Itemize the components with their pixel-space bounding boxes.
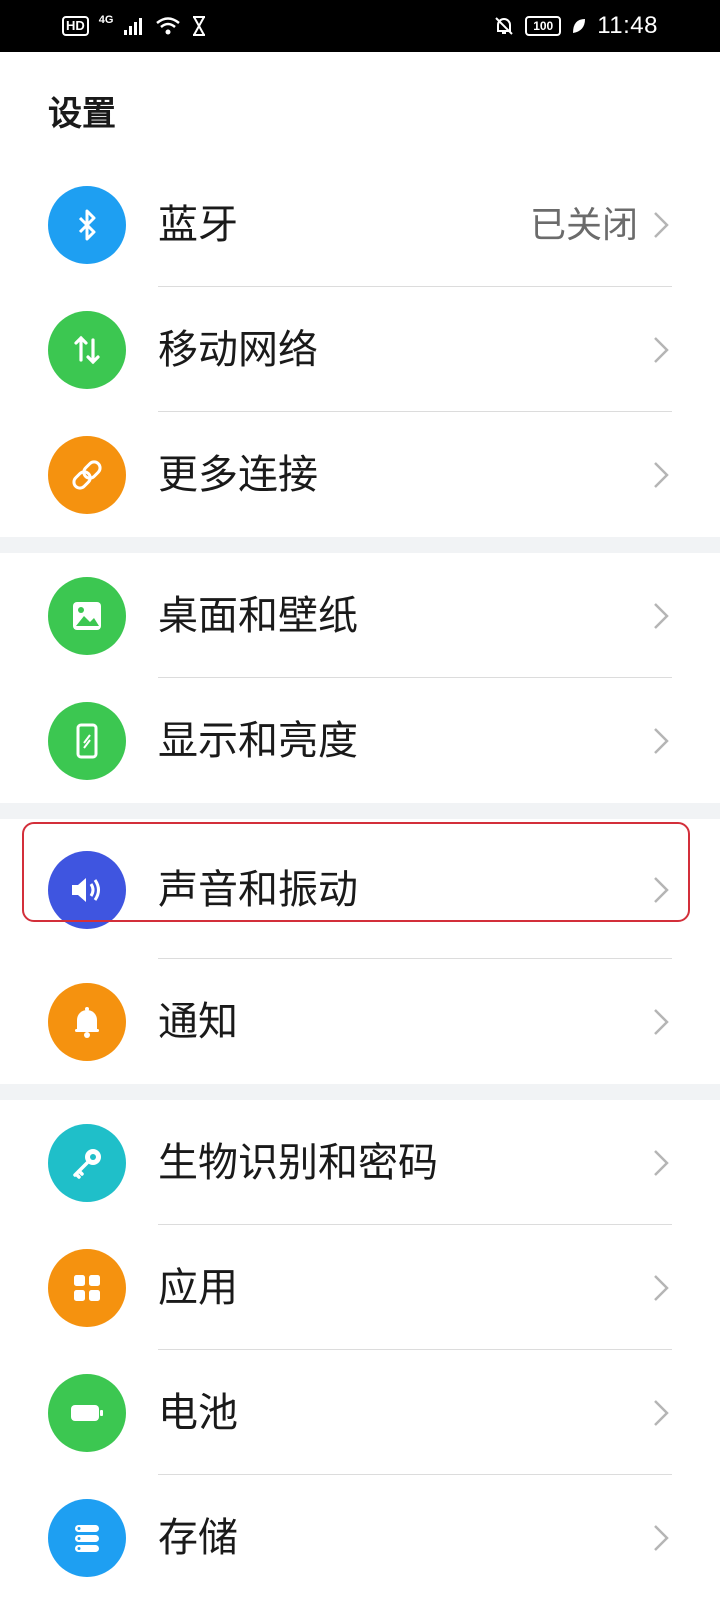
battery-icon (48, 1374, 126, 1452)
setting-label: 生物识别和密码 (158, 1140, 438, 1186)
group-gap (0, 803, 720, 819)
setting-more-connections[interactable]: 更多连接 (0, 412, 720, 537)
chevron-right-icon (654, 877, 669, 903)
setting-label: 存储 (158, 1515, 238, 1561)
bluetooth-icon (48, 186, 126, 264)
chevron-right-icon (654, 1275, 669, 1301)
setting-label: 电池 (158, 1390, 238, 1436)
settings-group: 生物识别和密码 应用 电池 存储 (0, 1100, 720, 1600)
status-left: HD 4G (62, 14, 207, 36)
hourglass-icon (193, 16, 206, 36)
chevron-right-icon (654, 462, 669, 488)
group-gap (0, 537, 720, 553)
setting-mobile-network[interactable]: 移动网络 (0, 287, 720, 412)
settings-group: 桌面和壁纸 显示和亮度 (0, 553, 720, 803)
setting-value: 已关闭 (529, 205, 638, 246)
battery-indicator: 100 (525, 16, 562, 36)
setting-bluetooth[interactable]: 蓝牙 已关闭 (0, 162, 720, 287)
hd-indicator: HD (62, 16, 89, 36)
setting-label: 声音和振动 (158, 867, 358, 913)
chevron-right-icon (654, 1400, 669, 1426)
status-bar: HD 4G 100 11:48 (0, 0, 720, 52)
chevron-right-icon (654, 212, 669, 238)
image-icon (48, 577, 126, 655)
chevron-right-icon (654, 337, 669, 363)
phone-display-icon (48, 702, 126, 780)
setting-home-wallpaper[interactable]: 桌面和壁纸 (0, 553, 720, 678)
leaf-icon (573, 19, 586, 33)
storage-icon (48, 1499, 126, 1577)
setting-label: 应用 (158, 1265, 238, 1311)
settings-group: 蓝牙 已关闭 移动网络 更多连接 (0, 162, 720, 537)
apps-grid-icon (48, 1249, 126, 1327)
setting-label: 显示和亮度 (158, 718, 358, 764)
setting-label: 通知 (158, 999, 238, 1045)
link-icon (48, 436, 126, 514)
status-right: 100 11:48 (493, 12, 658, 40)
speaker-icon (48, 851, 126, 929)
setting-display-brightness[interactable]: 显示和亮度 (0, 678, 720, 803)
mobile-data-icon (48, 311, 126, 389)
bell-off-icon (495, 17, 513, 35)
settings-group: 声音和振动 通知 (0, 819, 720, 1084)
signal-icon (124, 18, 143, 35)
setting-label: 更多连接 (158, 452, 318, 498)
group-gap (0, 1084, 720, 1100)
chevron-right-icon (654, 1009, 669, 1035)
wifi-icon (156, 17, 181, 35)
page-title: 设置 (48, 94, 116, 134)
chevron-right-icon (654, 728, 669, 754)
chevron-right-icon (654, 1525, 669, 1551)
clock: 11:48 (597, 12, 658, 39)
key-icon (48, 1124, 126, 1202)
chevron-right-icon (654, 603, 669, 629)
setting-label: 桌面和壁纸 (158, 593, 358, 639)
setting-biometrics-password[interactable]: 生物识别和密码 (0, 1100, 720, 1225)
setting-apps[interactable]: 应用 (0, 1225, 720, 1350)
setting-battery[interactable]: 电池 (0, 1350, 720, 1475)
setting-label: 移动网络 (158, 327, 318, 373)
header: 设置 (0, 52, 720, 162)
setting-sound-vibration[interactable]: 声音和振动 (0, 819, 720, 959)
setting-storage[interactable]: 存储 (0, 1475, 720, 1600)
bell-icon (48, 983, 126, 1061)
chevron-right-icon (654, 1150, 669, 1176)
setting-label: 蓝牙 (158, 202, 238, 248)
setting-notifications[interactable]: 通知 (0, 959, 720, 1084)
network-type: 4G (98, 14, 114, 26)
